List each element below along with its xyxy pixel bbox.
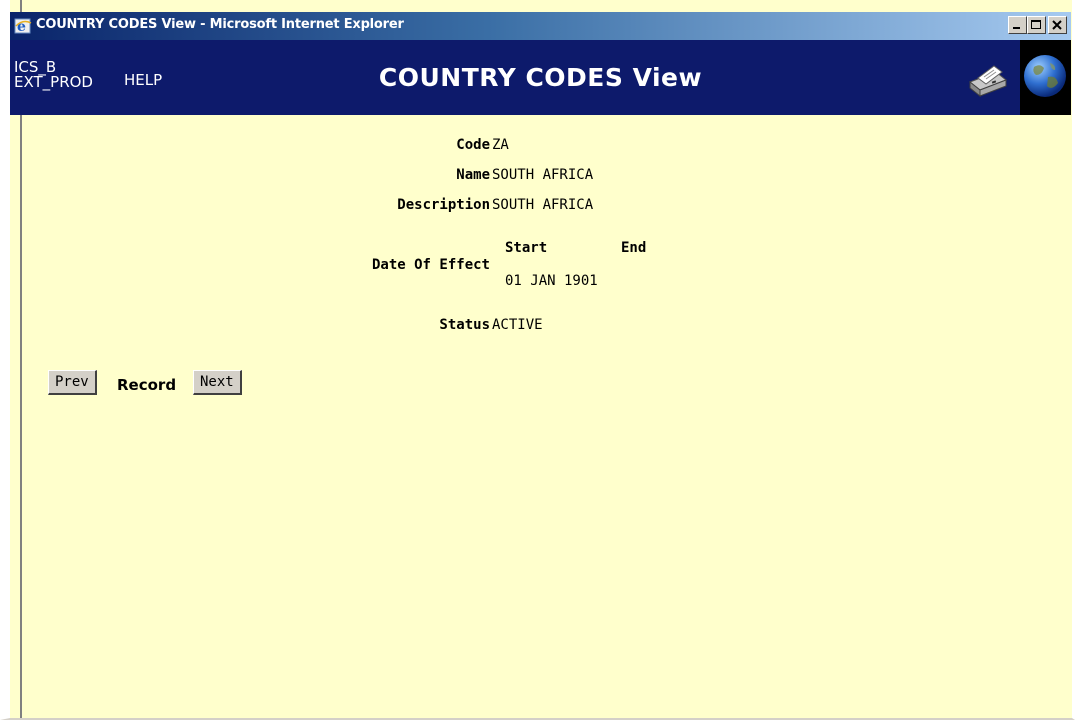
window-controls (1008, 16, 1067, 34)
app-header: ICS_B EXT_PROD HELP COUNTRY CODES View (10, 40, 1071, 115)
window-title: COUNTRY CODES View - Microsoft Internet … (36, 17, 404, 32)
end-column-header: End (621, 240, 647, 256)
start-column-header: Start (505, 240, 548, 256)
description-value: SOUTH AFRICA (492, 197, 594, 213)
maximize-icon (1031, 20, 1041, 29)
code-label: Code (456, 137, 490, 153)
start-date-value: 01 JAN 1901 (505, 273, 598, 289)
minimize-button[interactable] (1008, 16, 1027, 34)
name-label: Name (456, 167, 490, 183)
prev-button[interactable]: Prev (48, 370, 97, 395)
date-of-effect-label: Date Of Effect (371, 257, 490, 273)
internet-explorer-icon: e (14, 18, 32, 35)
status-label: Status (439, 317, 490, 333)
description-label: Description (397, 197, 490, 213)
record-view: Code ZA Name SOUTH AFRICA Description SO… (10, 115, 1071, 718)
record-label: Record (117, 376, 177, 394)
close-icon (1052, 20, 1062, 30)
globe-icon (1024, 55, 1066, 97)
home-button[interactable] (1020, 40, 1071, 115)
maximize-button[interactable] (1027, 16, 1046, 34)
name-value: SOUTH AFRICA (492, 167, 594, 183)
code-value: ZA (492, 137, 509, 153)
title-bar[interactable]: e COUNTRY CODES View - Microsoft Interne… (10, 12, 1071, 40)
page-title: COUNTRY CODES View (378, 63, 703, 92)
next-button[interactable]: Next (193, 370, 242, 395)
status-value: ACTIVE (492, 317, 543, 333)
window-body: e COUNTRY CODES View - Microsoft Interne… (10, 0, 1072, 718)
minimize-icon (1013, 27, 1020, 29)
close-button[interactable] (1048, 16, 1067, 34)
printer-icon[interactable] (966, 60, 1010, 98)
